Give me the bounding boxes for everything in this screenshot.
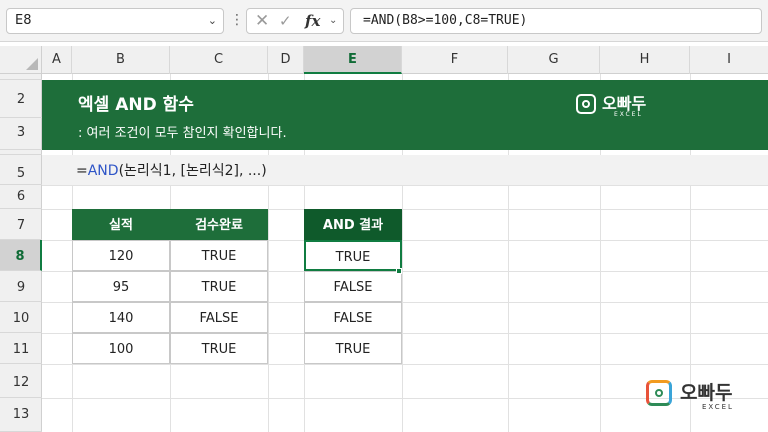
select-all-triangle-icon: [26, 58, 38, 70]
formula-action-buttons: ✕ ✓ fx ⌄: [246, 8, 344, 34]
function-syntax: =AND(논리식1, [논리식2], ...): [76, 160, 267, 180]
name-box-value: E8: [15, 13, 32, 28]
column-header-d[interactable]: D: [268, 46, 304, 74]
row-header-7[interactable]: 7: [0, 209, 42, 240]
row-header-6[interactable]: 6: [0, 185, 42, 209]
table-header-reviewed[interactable]: 검수완료: [170, 209, 268, 240]
column-header-c[interactable]: C: [170, 46, 268, 74]
close-icon[interactable]: ✕: [255, 9, 269, 33]
logo-name: 오빠두: [680, 382, 733, 404]
column-header-b[interactable]: B: [72, 46, 170, 74]
column-header-f[interactable]: F: [402, 46, 508, 74]
row-header-10[interactable]: 10: [0, 302, 42, 333]
table-cell[interactable]: 100: [72, 333, 170, 364]
row-header-12[interactable]: 12: [0, 364, 42, 398]
logo-dot: [655, 389, 663, 397]
gridline: [42, 364, 768, 365]
table-cell[interactable]: TRUE: [170, 240, 268, 271]
column-header-g[interactable]: G: [508, 46, 600, 74]
row-header-8[interactable]: 8: [0, 240, 42, 271]
formula-input[interactable]: =AND(B8>=100,C8=TRUE): [350, 8, 762, 34]
row-header-13[interactable]: 13: [0, 398, 42, 432]
result-cell[interactable]: FALSE: [304, 271, 402, 302]
table-cell[interactable]: FALSE: [170, 302, 268, 333]
table-header-performance[interactable]: 실적: [72, 209, 170, 240]
table-cell[interactable]: 120: [72, 240, 170, 271]
gridline: [42, 185, 768, 186]
chevron-down-icon[interactable]: ⌄: [208, 9, 217, 33]
page-subtitle: : 여러 조건이 모두 참인지 확인합니다.: [78, 126, 287, 141]
vertical-ellipsis-icon[interactable]: ⋮: [230, 10, 244, 32]
table-cell[interactable]: TRUE: [170, 333, 268, 364]
row-header-2[interactable]: 2: [0, 80, 42, 118]
row-header-11[interactable]: 11: [0, 333, 42, 364]
row-header-9[interactable]: 9: [0, 271, 42, 302]
column-header-e[interactable]: E: [304, 46, 402, 74]
function-icon[interactable]: fx: [305, 9, 320, 33]
check-icon[interactable]: ✓: [279, 9, 292, 33]
row-header-3[interactable]: 3: [0, 118, 42, 150]
fill-handle[interactable]: [396, 268, 402, 274]
chevron-down-icon[interactable]: ⌄: [329, 9, 337, 33]
corner-logo: 오빠두 EXCEL: [646, 376, 766, 414]
logo-subtext: EXCEL: [702, 403, 734, 411]
banner-logo: 오빠두 EXCEL: [576, 90, 696, 120]
result-cell[interactable]: TRUE: [304, 333, 402, 364]
name-box[interactable]: E8 ⌄: [6, 8, 224, 34]
logo-dot: [582, 100, 590, 108]
syntax-prefix: =: [76, 163, 88, 179]
table-cell[interactable]: 140: [72, 302, 170, 333]
row-header-5[interactable]: 5: [0, 155, 42, 185]
page-title: 엑셀 AND 함수: [78, 95, 194, 115]
column-header-i[interactable]: I: [690, 46, 768, 74]
syntax-arguments: (논리식1, [논리식2], ...): [118, 163, 267, 179]
syntax-function-name: AND: [87, 163, 119, 179]
result-header[interactable]: AND 결과: [304, 209, 402, 240]
logo-subtext: EXCEL: [614, 111, 643, 118]
column-header-a[interactable]: A: [42, 46, 72, 74]
result-cell[interactable]: FALSE: [304, 302, 402, 333]
table-cell[interactable]: 95: [72, 271, 170, 302]
result-cell-active[interactable]: TRUE: [304, 240, 402, 271]
column-header-h[interactable]: H: [600, 46, 690, 74]
table-cell[interactable]: TRUE: [170, 271, 268, 302]
